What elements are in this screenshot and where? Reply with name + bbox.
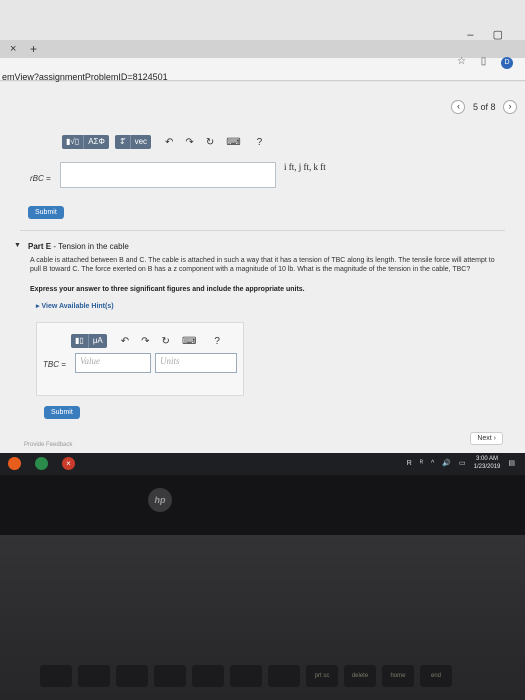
close-app-icon[interactable]: ×	[62, 457, 75, 470]
part-e-subtitle: - Tension in the cable	[51, 242, 129, 251]
redo-icon[interactable]: ↷	[141, 336, 149, 347]
notification-icon[interactable]: ▤	[508, 459, 515, 467]
key-prtsc: prt sc	[306, 665, 338, 687]
part-d-answer-label: rBC =	[30, 174, 51, 183]
new-tab-icon[interactable]: +	[30, 42, 37, 56]
vec-button[interactable]: vec	[131, 135, 151, 149]
key	[116, 665, 148, 687]
screen: – ▢ × + emView?assignmentProblemID=81245…	[0, 0, 525, 482]
volume-icon[interactable]: 🔊	[442, 459, 451, 467]
keyboard-icon[interactable]: ⌨	[226, 137, 240, 148]
reset-icon[interactable]: ↻	[206, 137, 214, 148]
key-home: home	[382, 665, 414, 687]
help-icon[interactable]: ?	[257, 137, 263, 148]
part-e-answer-label: TBC =	[43, 360, 66, 369]
part-d-answer-input[interactable]	[60, 162, 276, 188]
people-icon[interactable]: ᴿ	[420, 460, 423, 467]
undo-icon[interactable]: ↶	[121, 336, 129, 347]
key	[268, 665, 300, 687]
part-e-label: Part E	[28, 242, 52, 251]
taskbar-apps: ×	[8, 457, 75, 470]
clock[interactable]: 3:00 AM 1/23/2019	[474, 455, 501, 471]
instruction-text: Express your answer to three significant…	[30, 286, 305, 293]
function-key-row: prt sc delete home end	[40, 665, 452, 687]
greek-symbols-button[interactable]: ΑΣΦ	[84, 135, 109, 149]
clock-date: 1/23/2019	[473, 464, 501, 470]
url-icons: ☆ ▯ D	[445, 56, 513, 69]
url-text[interactable]: emView?assignmentProblemID=8124501	[2, 72, 168, 82]
collapse-caret-icon[interactable]: ▼	[14, 242, 21, 249]
problem-pager: ‹ 5 of 8 ›	[451, 100, 517, 114]
key	[192, 665, 224, 687]
help-icon[interactable]: ?	[214, 336, 220, 347]
bookmark-star-icon[interactable]: ☆	[457, 56, 466, 67]
app-icon[interactable]	[8, 457, 21, 470]
laptop-keyboard: prt sc delete home end	[0, 535, 525, 700]
keyboard-icon[interactable]: ⌨	[182, 336, 196, 347]
laptop-bezel	[0, 475, 525, 535]
redo-icon[interactable]: ↷	[185, 137, 193, 148]
system-tray: R ᴿ ^ 🔊 ▭ 3:00 AM 1/23/2019 ▤	[407, 455, 515, 471]
taskbar: × R ᴿ ^ 🔊 ▭ 3:00 AM 1/23/2019 ▤	[0, 453, 525, 475]
part-d-vector-group: ↕⃗ vec	[114, 135, 152, 149]
part-e-toolbar: ▮▯ μA ↶ ↷ ↻ ⌨ ?	[71, 333, 220, 349]
key	[40, 665, 72, 687]
value-input[interactable]: Value	[75, 353, 151, 373]
next-problem-button[interactable]: ›	[503, 100, 517, 114]
prev-problem-button[interactable]: ‹	[451, 100, 466, 114]
assignment-content: ‹ 5 of 8 › ▮√▯ ΑΣΦ ↕⃗ vec ↶ ↷ ↻ ⌨ ? rBC …	[0, 82, 525, 462]
pager-text: 5 of 8	[472, 102, 496, 112]
templates-button[interactable]: ▮√▯	[62, 135, 85, 149]
key-delete: delete	[344, 665, 376, 687]
battery-icon[interactable]: ▭	[459, 459, 466, 467]
view-hints-link[interactable]: ▸ View Available Hint(s)	[36, 302, 114, 310]
profile-icon[interactable]: D	[501, 57, 513, 69]
key	[154, 665, 186, 687]
tray-app-icon[interactable]: R	[407, 460, 412, 467]
key	[230, 665, 262, 687]
part-d-submit-button[interactable]: Submit	[28, 206, 64, 219]
part-d-toolbar: ▮√▯ ΑΣΦ ↕⃗ vec ↶ ↷ ↻ ⌨ ?	[62, 134, 262, 150]
provide-feedback-link[interactable]: Provide Feedback	[24, 442, 72, 448]
part-e-title[interactable]: Part E - Tension in the cable	[28, 242, 129, 251]
arrow-button[interactable]: ↕⃗	[115, 135, 131, 149]
next-button[interactable]: Next ›	[470, 432, 503, 445]
reset-icon[interactable]: ↻	[162, 336, 170, 347]
key	[78, 665, 110, 687]
undo-icon[interactable]: ↶	[165, 137, 173, 148]
part-e-template-group: ▮▯ μA	[71, 334, 107, 348]
templates-button[interactable]: ▮▯	[71, 334, 89, 348]
key-end: end	[420, 665, 452, 687]
hp-logo: hp	[148, 488, 172, 512]
part-d-template-group: ▮√▯ ΑΣΦ	[62, 135, 109, 149]
units-symbol-button[interactable]: μA	[89, 334, 107, 348]
extension-icon[interactable]: ▯	[481, 56, 487, 67]
tab-close-icon[interactable]: ×	[10, 43, 16, 55]
part-d-units: i ft, j ft, k ft	[284, 162, 326, 172]
section-divider	[20, 230, 505, 231]
problem-text: A cable is attached between B and C. The…	[30, 257, 495, 273]
chrome-icon[interactable]	[35, 457, 48, 470]
part-e-submit-button[interactable]: Submit	[44, 406, 80, 419]
clock-time: 3:00 AM	[476, 456, 499, 462]
units-input[interactable]: Units	[155, 353, 237, 373]
address-bar[interactable]: emView?assignmentProblemID=8124501 ☆ ▯ D	[0, 56, 525, 82]
part-e-answer-panel: ▮▯ μA ↶ ↷ ↻ ⌨ ? TBC = Value Units	[36, 322, 244, 396]
tray-chevron-icon[interactable]: ^	[431, 460, 434, 467]
